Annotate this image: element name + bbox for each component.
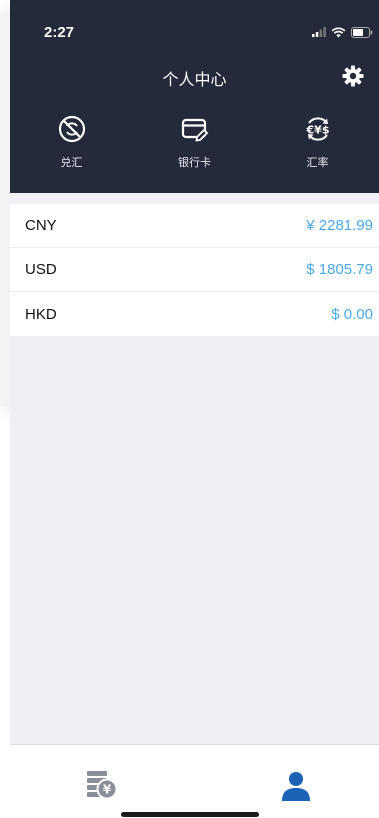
balance-list: CNY ¥ 2281.99 USD $ 1805.79 HKD $ 0.00 <box>10 204 379 336</box>
balance-amount: $ 0.00 <box>331 305 373 323</box>
action-row: 兑汇 银行卡 €¥$ 汇率 <box>10 114 379 180</box>
balance-row-hkd[interactable]: HKD $ 0.00 <box>10 292 379 336</box>
page-title: 个人中心 <box>162 72 227 89</box>
action-bank-card[interactable]: 银行卡 <box>133 114 256 180</box>
status-time: 2:27 <box>44 24 75 41</box>
no-exchange-icon <box>58 115 85 143</box>
signal-icon <box>312 27 326 37</box>
currency-code: HKD <box>25 305 57 323</box>
currency-code: USD <box>25 261 57 278</box>
bank-card-icon <box>181 118 208 142</box>
balance-row-cny[interactable]: CNY ¥ 2281.99 <box>10 204 379 248</box>
tab-wallet[interactable]: ¥ <box>82 769 122 805</box>
person-icon <box>282 772 310 801</box>
svg-text:€¥$: €¥$ <box>305 124 329 137</box>
action-exchange[interactable]: 兑汇 <box>10 114 133 180</box>
action-bank-card-label: 银行卡 <box>178 157 211 169</box>
action-exchange-label: 兑汇 <box>60 157 83 169</box>
exchange-rate-icon: €¥$ <box>305 117 329 141</box>
balance-amount: ¥ 2281.99 <box>306 217 373 234</box>
tab-profile[interactable] <box>276 769 316 805</box>
status-icons <box>312 25 373 39</box>
wallet-yen-icon: ¥ <box>87 771 118 800</box>
balance-row-usd[interactable]: USD $ 1805.79 <box>10 248 379 292</box>
tab-bar: ¥ <box>10 744 379 818</box>
svg-text:¥: ¥ <box>103 783 112 797</box>
profile-header: 2:27 个人中心 兑汇 银行卡 €¥$ 汇率 <box>10 0 379 193</box>
currency-code: CNY <box>25 217 57 234</box>
gear-icon[interactable] <box>341 64 365 88</box>
home-indicator <box>121 812 259 817</box>
action-rate[interactable]: €¥$ 汇率 <box>256 114 379 180</box>
phone-screen: 2:27 个人中心 兑汇 银行卡 €¥$ 汇率 CNY ¥ 2281.99 US… <box>10 0 379 818</box>
balance-amount: $ 1805.79 <box>306 261 373 278</box>
battery-icon <box>351 26 373 38</box>
wifi-icon <box>331 26 346 37</box>
action-rate-label: 汇率 <box>306 157 329 169</box>
